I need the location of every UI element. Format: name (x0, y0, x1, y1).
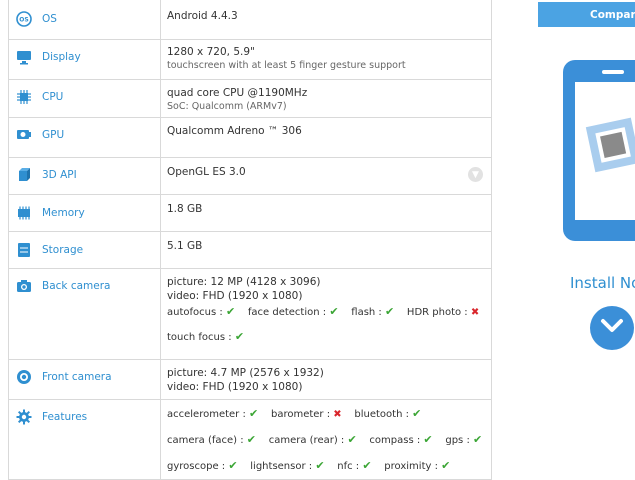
row-cpu: CPU quad core CPU @1190MHz SoC: Qualcomm… (8, 79, 492, 118)
flash-label: flash : (351, 307, 382, 318)
display-label: Display (42, 51, 81, 63)
bluetooth-label: bluetooth : (354, 409, 409, 420)
cpu-label: CPU (42, 91, 64, 103)
os-icon: OS (15, 10, 33, 28)
back-camera-video: video: FHD (1920 x 1080) (167, 290, 303, 302)
camera-rear-label: camera (rear) : (268, 435, 345, 446)
os-value: Android 4.4.3 (167, 10, 238, 22)
storage-icon (15, 241, 33, 259)
gyroscope-label: gyroscope : (167, 461, 226, 472)
compare-button-label: Compare (590, 8, 635, 21)
accelerometer-label: accelerometer : (167, 409, 246, 420)
chevron-down-icon (600, 318, 624, 338)
bluetooth-check-icon: ✔ (412, 407, 422, 420)
row-storage: Storage 5.1 GB (8, 231, 492, 269)
hdr-photo-label: HDR photo : (406, 307, 468, 318)
lightsensor-label: lightsensor : (250, 461, 313, 472)
download-button[interactable] (590, 306, 634, 350)
lightsensor-check-icon: ✔ (315, 459, 325, 472)
memory-icon (15, 204, 33, 222)
nfc-label: nfc : (337, 461, 360, 472)
gpu-icon (15, 126, 33, 144)
storage-value: 5.1 GB (167, 240, 203, 252)
barometer-cross-icon: ✖ (333, 409, 342, 420)
face-detection-label: face detection : (247, 307, 327, 318)
face-detection-check-icon: ✔ (329, 305, 339, 318)
display-value: 1280 x 720, 5.9" (167, 46, 255, 58)
front-camera-video: video: FHD (1920 x 1080) (167, 381, 303, 393)
row-3d-api: 3D API OpenGL ES 3.0 ▼ (8, 157, 492, 195)
row-display: Display 1280 x 720, 5.9" touchscreen wit… (8, 39, 492, 80)
gyroscope-check-icon: ✔ (228, 459, 238, 472)
svg-text:OS: OS (19, 17, 28, 24)
os-label: OS (42, 13, 57, 25)
gpu-label: GPU (42, 129, 65, 141)
flash-check-icon: ✔ (384, 305, 395, 318)
row-back-camera: Back camera picture: 12 MP (4128 x 3096)… (8, 268, 492, 360)
touch-focus-check-icon: ✔ (234, 330, 245, 343)
compass-label: compass : (369, 435, 421, 446)
compass-check-icon: ✔ (423, 433, 433, 446)
front-camera-icon (15, 368, 33, 386)
row-front-camera: Front camera picture: 4.7 MP (2576 x 193… (8, 359, 492, 400)
autofocus-check-icon: ✔ (225, 305, 236, 318)
nfc-check-icon: ✔ (362, 459, 372, 472)
camera-icon (15, 277, 33, 295)
camera-rear-check-icon: ✔ (347, 433, 357, 446)
front-camera-label: Front camera (42, 371, 112, 383)
accelerometer-check-icon: ✔ (249, 407, 259, 420)
gear-icon (15, 408, 33, 426)
memory-label: Memory (42, 207, 85, 219)
api3d-value: OpenGL ES 3.0 (167, 166, 246, 178)
row-gpu: GPU Qualcomm Adreno ™ 306 (8, 117, 492, 158)
gpu-value: Qualcomm Adreno ™ 306 (167, 125, 302, 137)
storage-label: Storage (42, 244, 84, 256)
cpu-value: quad core CPU @1190MHz (167, 87, 308, 99)
api3d-label: 3D API (42, 169, 77, 181)
gps-label: gps : (445, 435, 470, 446)
display-sub: touchscreen with at least 5 finger gestu… (167, 60, 406, 71)
compare-button[interactable]: Compare (538, 2, 635, 27)
row-os: OS OS Android 4.4.3 (8, 0, 492, 40)
tablet-illustration (563, 60, 635, 246)
back-camera-label: Back camera (42, 280, 111, 292)
features-label: Features (42, 411, 88, 423)
gps-check-icon: ✔ (473, 433, 483, 446)
row-features: Features accelerometer : ✔ barometer : ✖… (8, 399, 492, 480)
expand-chevron-icon[interactable]: ▼ (468, 167, 483, 182)
front-camera-picture: picture: 4.7 MP (2576 x 1932) (167, 367, 324, 379)
camera-face-label: camera (face) : (167, 435, 244, 446)
cpu-icon (15, 88, 33, 106)
install-label: Install No (570, 274, 635, 292)
row-memory: Memory 1.8 GB (8, 194, 492, 232)
spec-table: OS OS Android 4.4.3 Display 1280 x 720, … (8, 0, 492, 480)
touch-focus-label: touch focus : (167, 332, 232, 343)
cube-icon (15, 166, 33, 184)
proximity-label: proximity : (384, 461, 438, 472)
autofocus-label: autofocus : (167, 307, 223, 318)
back-camera-picture: picture: 12 MP (4128 x 3096) (167, 276, 321, 288)
camera-face-check-icon: ✔ (246, 433, 256, 446)
hdr-photo-cross-icon: ✖ (470, 307, 480, 318)
monitor-icon (15, 48, 33, 66)
cpu-sub: SoC: Qualcomm (ARMv7) (167, 101, 287, 112)
proximity-check-icon: ✔ (441, 459, 451, 472)
barometer-label: barometer : (270, 409, 331, 420)
memory-value: 1.8 GB (167, 203, 203, 215)
